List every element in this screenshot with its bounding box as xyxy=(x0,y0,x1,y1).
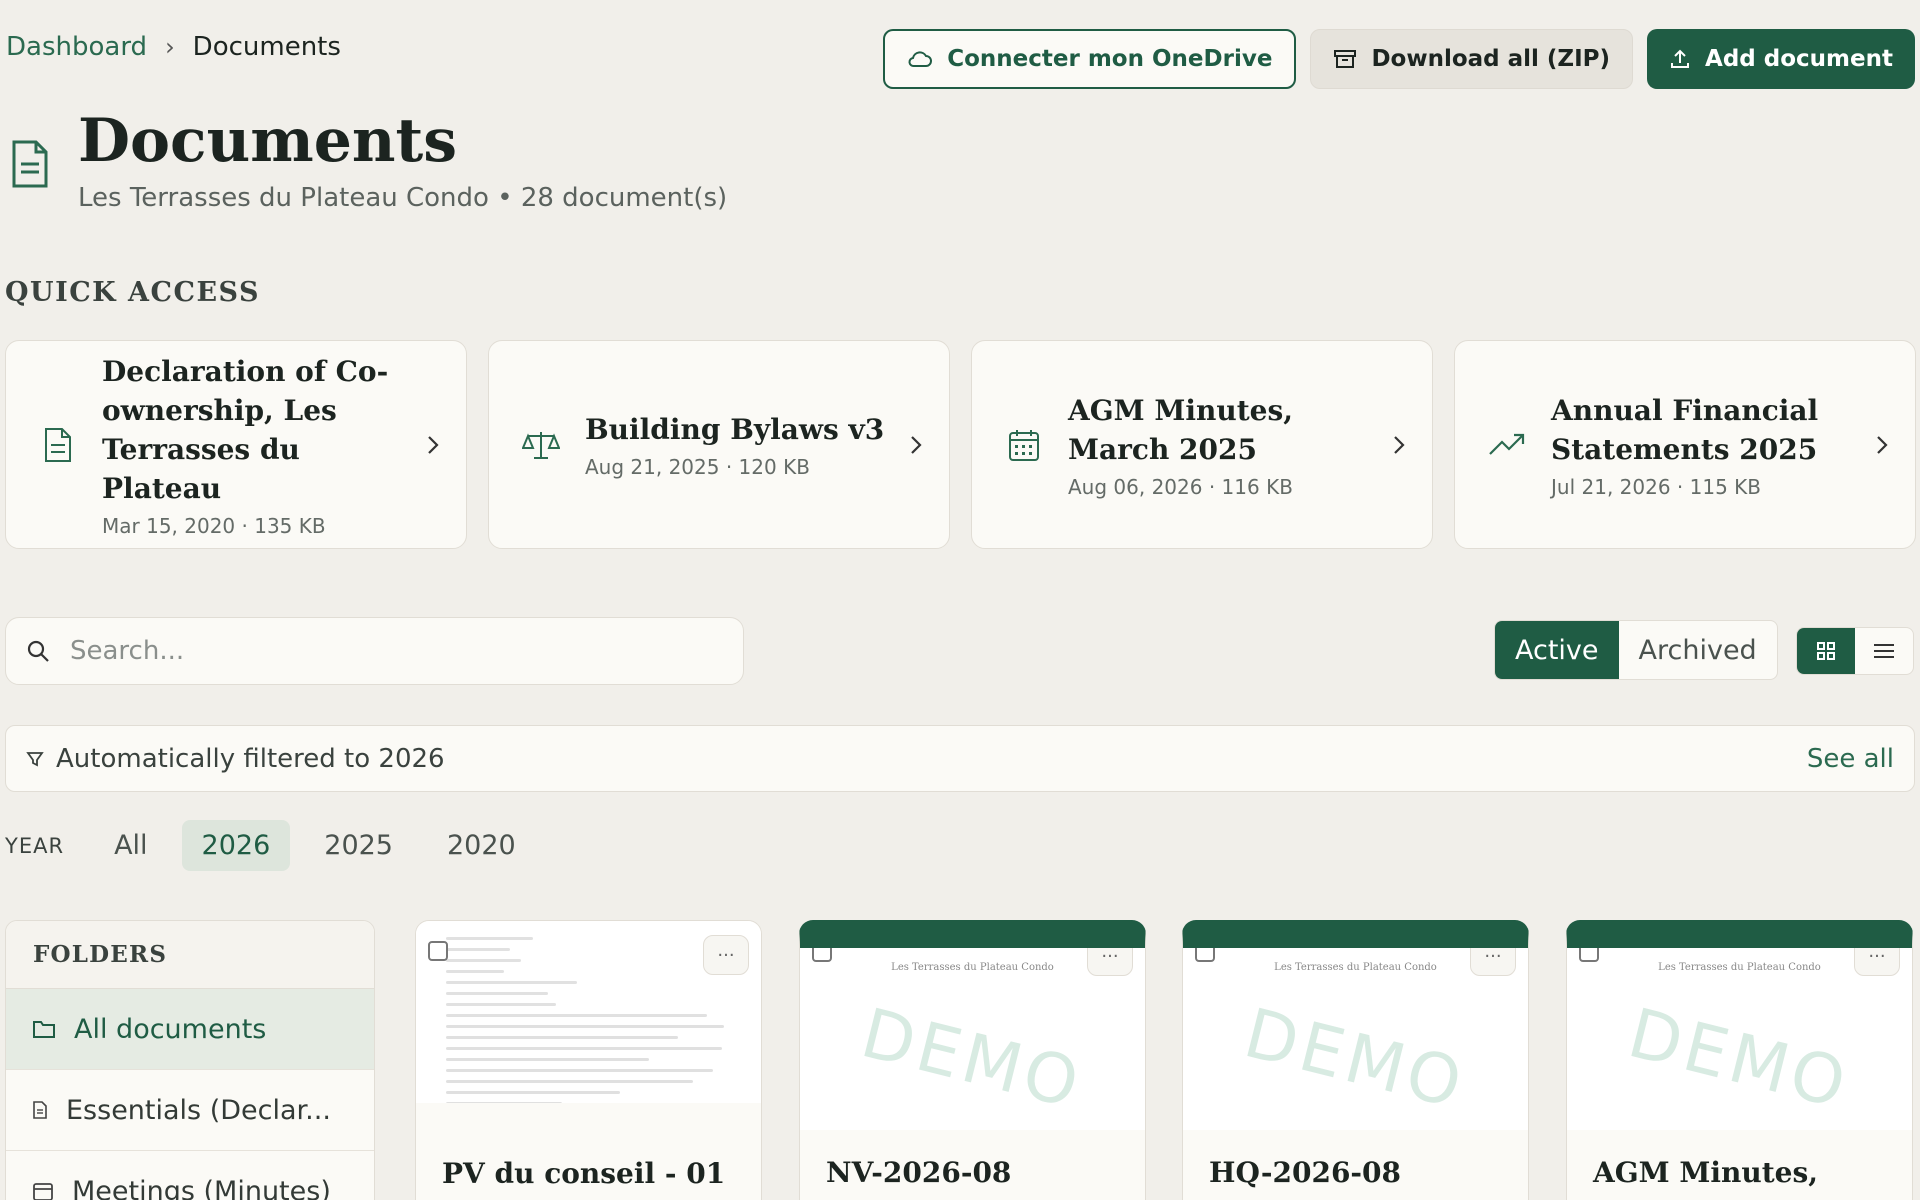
more-options-button[interactable]: ··· xyxy=(703,935,749,975)
quick-access-card[interactable]: Building Bylaws v3 Aug 21, 2025 · 120 KB xyxy=(488,340,950,549)
grid-view-button[interactable] xyxy=(1797,628,1855,674)
more-options-button[interactable]: ··· xyxy=(1087,948,1133,976)
quick-access-card[interactable]: AGM Minutes, March 2025 Aug 06, 2026 · 1… xyxy=(971,340,1433,549)
breadcrumb-dashboard-link[interactable]: Dashboard xyxy=(6,32,147,62)
quick-access-list: Declaration of Co-ownership, Les Terrass… xyxy=(5,340,1916,549)
quick-access-title: Annual Financial Statements 2025 xyxy=(1551,393,1819,466)
auto-filter-bar: Automatically filtered to 2026 See all xyxy=(5,725,1915,792)
document-title: AGM Minutes, xyxy=(1593,1156,1818,1189)
quick-access-title: Declaration of Co-ownership, Les Terrass… xyxy=(102,354,389,505)
top-actions: Connecter mon OneDrive Download all (ZIP… xyxy=(883,29,1915,89)
folder-label: Essentials (Declar... xyxy=(66,1094,331,1126)
folder-label: Meetings (Minutes) xyxy=(72,1175,331,1200)
filter-icon xyxy=(26,751,44,766)
download-all-button[interactable]: Download all (ZIP) xyxy=(1310,29,1634,89)
demo-watermark: DEMO xyxy=(853,994,1090,1125)
chevron-right-icon xyxy=(1877,435,1888,454)
chevron-right-icon: › xyxy=(165,33,175,61)
search-icon xyxy=(27,640,49,662)
archived-tab[interactable]: Archived xyxy=(1619,621,1777,679)
select-checkbox[interactable] xyxy=(1579,948,1599,962)
search-input[interactable] xyxy=(70,636,690,666)
folder-meetings[interactable]: Meetings (Minutes) xyxy=(6,1151,374,1200)
quick-access-card[interactable]: Declaration of Co-ownership, Les Terrass… xyxy=(5,340,467,549)
chevron-right-icon xyxy=(1394,435,1405,454)
calendar-icon xyxy=(33,1183,53,1200)
folder-icon xyxy=(33,1021,55,1038)
list-view-button[interactable] xyxy=(1855,628,1913,674)
folder-all-documents[interactable]: All documents xyxy=(6,989,374,1070)
breadcrumb: Dashboard › Documents xyxy=(6,32,341,62)
document-card[interactable]: Les Terrasses du Plateau Condo DEMO ··· … xyxy=(799,920,1146,1200)
folder-essentials[interactable]: Essentials (Declar... xyxy=(6,1070,374,1151)
quick-access-card[interactable]: Annual Financial Statements 2025 Jul 21,… xyxy=(1454,340,1916,549)
active-tab[interactable]: Active xyxy=(1495,621,1619,679)
archive-icon xyxy=(1334,50,1357,68)
quick-access-meta: Jul 21, 2026 · 115 KB xyxy=(1551,474,1761,499)
calendar-icon xyxy=(1009,429,1039,461)
demo-watermark: DEMO xyxy=(1620,994,1857,1125)
connect-onedrive-button[interactable]: Connecter mon OneDrive xyxy=(883,29,1297,89)
cloud-icon xyxy=(908,51,933,67)
scale-icon xyxy=(522,431,560,459)
document-card[interactable]: Les Terrasses du Plateau Condo DEMO ··· … xyxy=(1566,920,1913,1200)
year-label: YEAR xyxy=(5,833,65,858)
file-icon xyxy=(33,1101,47,1119)
demo-watermark: DEMO xyxy=(1236,994,1473,1125)
list-icon xyxy=(1874,644,1894,658)
document-title: HQ-2026-08 xyxy=(1209,1156,1402,1189)
folder-label: All documents xyxy=(74,1013,267,1045)
auto-filter-text: Automatically filtered to 2026 xyxy=(56,743,445,774)
trending-up-icon xyxy=(1489,433,1525,455)
chevron-right-icon xyxy=(428,435,439,454)
document-icon xyxy=(12,140,48,188)
status-toggle: Active Archived xyxy=(1494,620,1778,680)
add-document-button[interactable]: Add document xyxy=(1647,29,1915,89)
add-document-label: Add document xyxy=(1705,46,1893,72)
breadcrumb-current: Documents xyxy=(192,32,341,62)
select-checkbox[interactable] xyxy=(812,948,832,962)
year-option-2025[interactable]: 2025 xyxy=(304,820,413,871)
chevron-right-icon xyxy=(911,435,922,454)
year-option-2026[interactable]: 2026 xyxy=(181,820,291,871)
connect-onedrive-label: Connecter mon OneDrive xyxy=(947,46,1273,72)
folders-heading: FOLDERS xyxy=(6,921,374,989)
download-all-label: Download all (ZIP) xyxy=(1371,46,1611,72)
folders-panel: FOLDERS All documents Essentials (Declar… xyxy=(5,920,375,1200)
document-preview-lines xyxy=(446,929,736,1103)
document-title: NV-2026-08 xyxy=(826,1156,1012,1189)
search-bar xyxy=(5,617,744,685)
document-icon xyxy=(45,427,71,462)
more-options-button[interactable]: ··· xyxy=(1854,948,1900,976)
page-title: Documents xyxy=(78,106,457,176)
quick-access-title: Building Bylaws v3 xyxy=(585,413,885,446)
quick-access-meta: Aug 06, 2026 · 116 KB xyxy=(1068,474,1293,499)
more-options-button[interactable]: ··· xyxy=(1470,948,1516,976)
year-option-2020[interactable]: 2020 xyxy=(427,820,536,871)
document-card[interactable]: ··· PV du conseil - 01 xyxy=(415,920,762,1200)
document-title: PV du conseil - 01 xyxy=(442,1157,726,1190)
quick-access-title: AGM Minutes, March 2025 xyxy=(1068,393,1293,466)
page-subtitle: Les Terrasses du Plateau Condo • 28 docu… xyxy=(78,183,728,213)
quick-access-meta: Aug 21, 2025 · 120 KB xyxy=(585,455,810,479)
year-filter: YEAR All 2026 2025 2020 xyxy=(5,820,550,871)
quick-access-heading: QUICK ACCESS xyxy=(5,277,260,308)
view-toggle xyxy=(1796,627,1914,675)
document-card[interactable]: Les Terrasses du Plateau Condo DEMO ··· … xyxy=(1182,920,1529,1200)
grid-icon xyxy=(1817,642,1835,660)
quick-access-meta: Mar 15, 2020 · 135 KB xyxy=(102,513,326,538)
select-checkbox[interactable] xyxy=(428,941,448,961)
upload-icon xyxy=(1671,49,1690,68)
year-option-all[interactable]: All xyxy=(94,820,167,871)
select-checkbox[interactable] xyxy=(1195,948,1215,962)
see-all-link[interactable]: See all xyxy=(1807,744,1894,774)
